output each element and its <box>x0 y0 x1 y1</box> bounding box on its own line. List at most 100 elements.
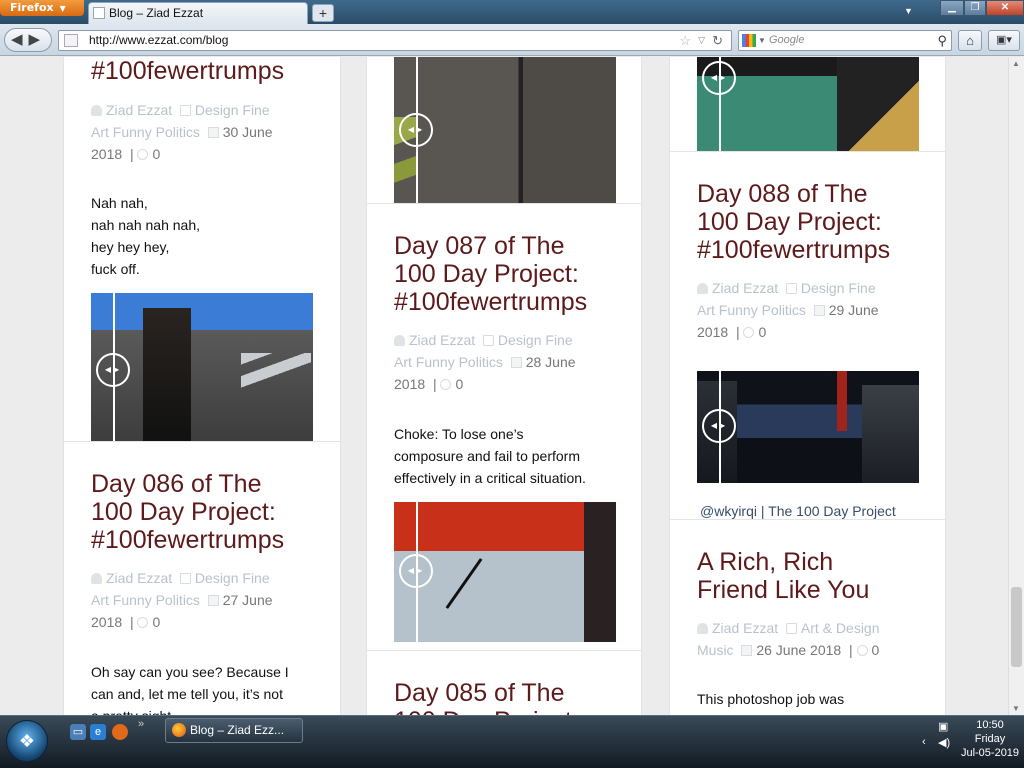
post-categories-cont[interactable]: Music <box>697 642 734 658</box>
scroll-down-icon[interactable]: ▼ <box>1012 704 1020 713</box>
new-tab-button[interactable]: + <box>312 4 334 22</box>
comment-icon <box>137 149 149 160</box>
clock-date: Jul-05-2019 <box>960 747 1020 759</box>
post-excerpt: Choke: To lose one’s composure and fail … <box>394 423 639 489</box>
start-button[interactable]: ❖ <box>6 720 48 762</box>
post-author[interactable]: Ziad Ezzat <box>712 280 778 296</box>
post-author[interactable]: Ziad Ezzat <box>106 102 172 118</box>
comparison-slider-handle-icon[interactable]: ◀▶ <box>399 554 433 588</box>
post-title[interactable]: Day 086 of The 100 Day Project: #100fewe… <box>91 470 284 554</box>
post-categories-cont[interactable]: Art Funny Politics <box>697 302 806 318</box>
engine-dropdown-icon[interactable]: ▼ <box>758 31 766 50</box>
scroll-up-icon[interactable]: ▲ <box>1012 59 1020 68</box>
post-title[interactable]: Day 087 of The 100 Day Project: #100fewe… <box>394 232 587 316</box>
post-categories-cont[interactable]: Art Funny Politics <box>91 592 200 608</box>
post-title-line: 100 Day Project: <box>394 260 579 288</box>
post-date-year: 2018 <box>91 146 123 162</box>
post-image-before-after[interactable]: ◀▶ <box>394 502 616 642</box>
post-title[interactable]: Day 085 of The 100 Day Project: <box>394 679 579 715</box>
comparison-slider-handle-icon[interactable]: ◀▶ <box>399 113 433 147</box>
vertical-scrollbar[interactable]: ▲ ▼ <box>1008 57 1024 715</box>
post-image-before-after[interactable]: ◀▶ <box>697 371 919 483</box>
reload-icon[interactable]: ↻ <box>712 31 723 50</box>
author-icon <box>697 283 708 294</box>
post-image-before-after[interactable]: ◀▶ <box>91 293 313 441</box>
search-icon[interactable]: ⚲ <box>937 31 947 50</box>
network-icon[interactable]: ▣ <box>938 720 948 733</box>
back-arrow-icon[interactable]: ◀ <box>11 31 29 48</box>
blog-column-1: #100fewertrumps Ziad Ezzat Design Fine A… <box>63 57 341 715</box>
post-image-before-after[interactable]: ◀▶ <box>394 57 616 203</box>
post-title-line: 100 Day Project: <box>697 208 882 236</box>
page-menu-button[interactable]: ▣▾ <box>988 30 1020 51</box>
post-date: 26 June 2018 <box>756 642 842 658</box>
comment-count[interactable]: 0 <box>152 146 160 162</box>
comment-count[interactable]: 0 <box>152 614 160 630</box>
post-categories-cont[interactable]: Art Funny Politics <box>394 354 503 370</box>
post-meta: Ziad Ezzat Design Fine Art Funny Politic… <box>91 570 273 630</box>
internet-explorer-icon[interactable]: e <box>90 724 106 740</box>
post-title[interactable]: A Rich, Rich Friend Like You <box>697 548 869 604</box>
quicklaunch-more-icon[interactable]: » <box>138 718 144 730</box>
taskbar-window-button[interactable]: Blog – Ziad Ezz... <box>165 718 303 743</box>
post-categories[interactable]: Design Fine <box>195 570 270 586</box>
back-forward-buttons[interactable]: ◀▶ <box>4 28 52 52</box>
browser-tab[interactable]: Blog – Ziad Ezzat <box>88 2 308 24</box>
site-identity-icon[interactable] <box>64 34 78 47</box>
list-all-tabs-icon[interactable]: ▼ <box>904 6 913 16</box>
scrollbar-thumb[interactable] <box>1011 587 1022 667</box>
excerpt-line: This photoshop job was <box>697 691 845 707</box>
firefox-quicklaunch-icon[interactable] <box>112 724 128 740</box>
bookmark-star-icon[interactable]: ☆ <box>679 31 691 50</box>
post-image-before-after[interactable]: ◀▶ <box>697 57 919 151</box>
address-bar[interactable]: http://www.ezzat.com/blog ☆ ▽ ↻ <box>58 30 732 51</box>
close-window-button[interactable]: ✕ <box>986 0 1024 16</box>
volume-icon[interactable]: ◀) <box>938 736 950 749</box>
author-icon <box>697 623 708 634</box>
show-desktop-icon[interactable]: ▭ <box>70 724 86 740</box>
post-categories[interactable]: Design Fine <box>498 332 573 348</box>
search-bar[interactable]: ▼ Google ⚲ <box>738 30 952 51</box>
home-icon: ⌂ <box>966 33 974 48</box>
post-categories[interactable]: Design Fine <box>801 280 876 296</box>
comparison-slider-handle-icon[interactable]: ◀▶ <box>702 61 736 95</box>
minimize-button[interactable]: ▁ <box>940 0 964 16</box>
comparison-slider-handle-icon[interactable]: ◀▶ <box>702 409 736 443</box>
post-title[interactable]: Day 088 of The 100 Day Project: #100fewe… <box>697 180 890 264</box>
search-placeholder: Google <box>769 34 805 46</box>
page-favicon-icon <box>93 7 105 19</box>
post-meta: Ziad Ezzat Design Fine Art Funny Politic… <box>91 102 273 162</box>
forward-arrow-icon[interactable]: ▶ <box>29 31 47 48</box>
post-categories[interactable]: Art & Design <box>801 620 880 636</box>
post-author[interactable]: Ziad Ezzat <box>106 570 172 586</box>
comment-icon <box>856 645 868 656</box>
comment-count[interactable]: 0 <box>758 324 766 340</box>
windows-taskbar: ❖ ▭ e » Blog – Ziad Ezz... ▣ ‹ ◀) 10:50 … <box>0 715 1024 768</box>
clock-time: 10:50 <box>976 719 1004 731</box>
maximize-button[interactable]: ❐ <box>964 0 986 16</box>
post-excerpt: Nah nah, nah nah nah nah, hey hey hey, f… <box>91 192 200 280</box>
show-hidden-icons-icon[interactable]: ‹ <box>922 736 926 748</box>
post-categories[interactable]: Design Fine <box>195 102 270 118</box>
system-clock[interactable]: 10:50 Friday Jul-05-2019 <box>958 718 1022 760</box>
image-credit-link[interactable]: @wkyirqi | The 100 Day Project <box>700 503 896 519</box>
menu-icon: ▣▾ <box>996 34 1012 46</box>
google-engine-icon[interactable] <box>742 34 756 47</box>
firefox-menu-button[interactable]: Firefox ▼ <box>0 0 84 16</box>
post-author[interactable]: Ziad Ezzat <box>409 332 475 348</box>
category-icon <box>785 283 797 294</box>
post-date-year: 2018 <box>91 614 123 630</box>
post-date: 27 June <box>222 592 273 608</box>
browser-titlebar: Firefox ▼ Blog – Ziad Ezzat + ▼ ▁ ❐ ✕ <box>0 0 1024 24</box>
post-title-line: Day 085 of The <box>394 679 565 707</box>
image-soldier-right <box>862 385 919 483</box>
comparison-slider-handle-icon[interactable]: ◀▶ <box>96 353 130 387</box>
history-dropdown-icon[interactable]: ▽ <box>698 31 705 50</box>
calendar-icon <box>207 595 219 606</box>
post-title[interactable]: #100fewertrumps <box>91 57 284 85</box>
home-button[interactable]: ⌂ <box>958 30 982 51</box>
comment-count[interactable]: 0 <box>455 376 463 392</box>
post-author[interactable]: Ziad Ezzat <box>712 620 778 636</box>
post-categories-cont[interactable]: Art Funny Politics <box>91 124 200 140</box>
comment-count[interactable]: 0 <box>872 642 880 658</box>
